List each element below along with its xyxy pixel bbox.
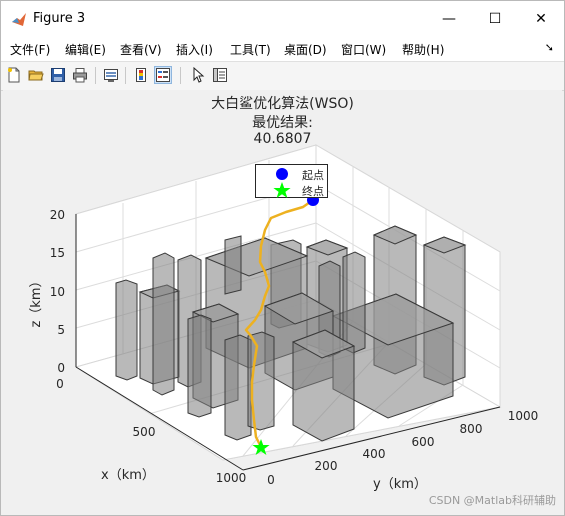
menu-tools[interactable]: 工具(T) xyxy=(230,41,271,58)
maximize-button[interactable]: ☐ xyxy=(472,1,518,37)
y-tick: 200 xyxy=(315,459,338,473)
property-inspector-icon[interactable] xyxy=(211,66,229,84)
watermark: CSDN @Matlab科研辅助 xyxy=(428,494,556,507)
x-axis-label: x（km） xyxy=(101,468,155,483)
toolbar-separator xyxy=(95,67,96,84)
close-button[interactable]: ✕ xyxy=(518,1,564,37)
matlab-icon xyxy=(12,13,26,26)
z-tick-labels: 20 15 10 5 0 xyxy=(50,208,65,375)
axes-3d[interactable]: 20 15 10 5 0 0 500 1000 0 200 400 600 80… xyxy=(3,90,562,512)
legend-label-end: 终点 xyxy=(302,185,324,198)
star-marker-icon xyxy=(273,182,291,198)
y-tick: 800 xyxy=(460,422,483,436)
print-icon[interactable] xyxy=(71,66,89,84)
z-tick: 10 xyxy=(50,285,65,299)
x-tick: 0 xyxy=(56,377,64,391)
menu-bar: 文件(F) 编辑(E) 查看(V) 插入(I) 工具(T) 桌面(D) 窗口(W… xyxy=(1,37,564,61)
x-tick: 1000 xyxy=(216,471,247,485)
figure-toolbar xyxy=(1,61,564,91)
menu-view[interactable]: 查看(V) xyxy=(120,41,162,58)
z-axis-label: z（km） xyxy=(29,274,44,327)
toolbar-separator xyxy=(180,67,181,84)
y-axis-label: y（km） xyxy=(373,477,427,492)
insert-legend-icon[interactable] xyxy=(154,66,172,84)
x-tick: 500 xyxy=(133,425,156,439)
z-tick: 5 xyxy=(57,323,65,337)
y-tick: 400 xyxy=(363,447,386,461)
figure-canvas[interactable]: 大白鲨优化算法(WSO) 最优结果: 40.6807 20 15 10 5 0 … xyxy=(3,90,562,512)
toolbar-separator xyxy=(125,67,126,84)
z-tick: 0 xyxy=(57,361,65,375)
menu-window[interactable]: 窗口(W) xyxy=(341,41,386,58)
circle-marker-icon xyxy=(276,168,288,180)
legend-label-start: 起点 xyxy=(302,169,324,182)
legend[interactable]: 起点 终点 xyxy=(255,164,328,198)
open-file-icon[interactable] xyxy=(27,66,45,84)
figure-window: Figure 3 — ☐ ✕ 文件(F) 编辑(E) 查看(V) 插入(I) 工… xyxy=(0,0,565,516)
insert-colorbar-icon[interactable] xyxy=(132,66,150,84)
y-tick: 0 xyxy=(267,473,275,487)
title-bar[interactable]: Figure 3 — ☐ ✕ xyxy=(1,1,564,37)
window-title: Figure 3 xyxy=(33,11,86,26)
legend-entry-end: 终点 xyxy=(256,182,329,198)
menu-desktop[interactable]: 桌面(D) xyxy=(284,41,327,58)
y-tick: 1000 xyxy=(508,409,539,423)
menu-overflow-arrow-icon[interactable]: ➘ xyxy=(545,41,554,54)
y-tick: 600 xyxy=(412,435,435,449)
legend-entry-start: 起点 xyxy=(256,166,329,182)
link-plot-icon[interactable] xyxy=(102,66,120,84)
menu-help[interactable]: 帮助(H) xyxy=(402,41,444,58)
edit-plot-arrow-icon[interactable] xyxy=(189,66,207,84)
menu-insert[interactable]: 插入(I) xyxy=(176,41,213,58)
z-tick: 15 xyxy=(50,246,65,260)
menu-file[interactable]: 文件(F) xyxy=(10,41,50,58)
save-icon[interactable] xyxy=(49,66,67,84)
new-figure-icon[interactable] xyxy=(5,66,23,84)
z-tick: 20 xyxy=(50,208,65,222)
menu-edit[interactable]: 编辑(E) xyxy=(65,41,106,58)
minimize-button[interactable]: — xyxy=(426,1,472,37)
